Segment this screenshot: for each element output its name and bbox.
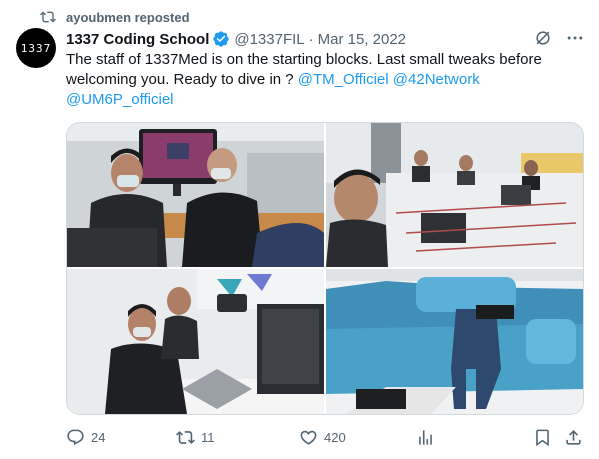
like-button[interactable]: 420	[299, 426, 346, 448]
reply-count: 24	[91, 429, 106, 445]
separator-dot: ·	[308, 30, 314, 48]
tweet-actions: 24 11 420	[66, 426, 586, 448]
tweet-header: 1337 Coding School @1337FIL · Mar 15, 20…	[66, 29, 406, 49]
repost-button[interactable]: 11	[176, 426, 215, 448]
mention-link[interactable]: @TM_Officiel	[298, 71, 389, 88]
tweet-text: The staff of 1337Med is on the starting …	[66, 50, 586, 110]
media-photo[interactable]	[326, 123, 583, 267]
mention-link[interactable]: @42Network	[393, 71, 480, 88]
media-photo[interactable]	[67, 269, 324, 414]
author-handle[interactable]: @1337FIL	[234, 31, 304, 48]
avatar[interactable]: 1337	[16, 28, 56, 68]
tweet-top-actions	[533, 28, 585, 48]
analytics-icon	[416, 428, 435, 447]
photo-illustration	[67, 123, 324, 267]
author-name[interactable]: 1337 Coding School	[66, 31, 209, 48]
share-button[interactable]	[564, 426, 589, 448]
repost-indicator[interactable]: ayoubmen reposted	[40, 8, 190, 26]
photo-illustration	[67, 269, 324, 414]
share-icon	[564, 428, 583, 447]
repost-text: ayoubmen reposted	[66, 9, 190, 25]
bookmark-icon	[533, 428, 552, 447]
bookmark-button[interactable]	[533, 426, 558, 448]
repost-icon	[176, 428, 195, 447]
tweet-date[interactable]: Mar 15, 2022	[318, 31, 406, 48]
media-photo[interactable]	[326, 269, 583, 414]
heart-icon	[299, 428, 318, 447]
verified-badge-icon[interactable]	[212, 30, 230, 48]
repost-icon	[40, 9, 56, 25]
grok-icon[interactable]	[533, 28, 553, 48]
mention-link[interactable]: @UM6P_officiel	[66, 91, 174, 108]
views-button[interactable]	[416, 426, 441, 448]
photo-illustration	[326, 269, 583, 414]
photo-illustration	[326, 123, 583, 267]
media-grid	[66, 122, 584, 415]
avatar-logo-text: 1337	[20, 41, 52, 55]
more-options-icon[interactable]	[565, 28, 585, 48]
reply-button[interactable]: 24	[66, 426, 105, 448]
like-count: 420	[324, 429, 346, 445]
reply-icon	[66, 428, 85, 447]
repost-count: 11	[201, 429, 215, 445]
tweet[interactable]: ayoubmen reposted 1337 1337 Coding Schoo…	[0, 0, 599, 459]
media-photo[interactable]	[67, 123, 324, 267]
